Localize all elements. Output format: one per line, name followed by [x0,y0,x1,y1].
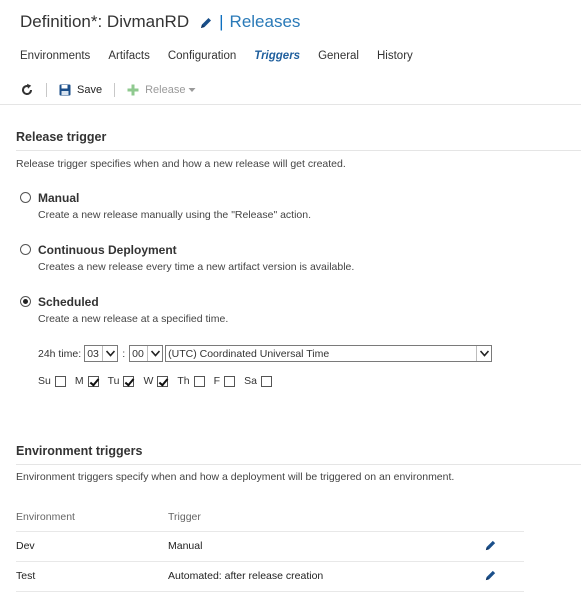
toolbar-divider [114,83,116,97]
continuous-deployment-label: Continuous Deployment [38,243,177,257]
day-label: W [143,375,154,387]
row-test-trigger: Automated: after release creation [168,570,324,582]
table-divider [16,531,524,532]
schedule-time-row: 24h time: 03 : 00 (UTC) Coordinated Univ… [38,345,493,362]
day-friday: F [213,375,236,387]
plus-icon [127,84,139,96]
wednesday-checkbox[interactable] [157,375,169,387]
release-trigger-heading: Release trigger [16,130,107,144]
save-button[interactable]: Save [59,84,102,96]
pencil-icon[interactable] [484,539,497,552]
day-thursday: Th [177,375,205,387]
pencil-icon[interactable] [484,569,497,582]
time-label: 24h time: [38,347,82,360]
monday-checkbox[interactable] [87,375,99,387]
manual-description: Create a new release manually using the … [38,209,312,221]
save-label: Save [77,84,103,96]
tab-triggers[interactable]: Triggers [254,50,300,62]
manual-label: Manual [38,191,80,205]
release-label: Release [145,84,186,96]
hour-select[interactable]: 03 [84,345,119,362]
release-button[interactable]: Release [127,84,196,96]
table-divider [16,591,524,592]
environment-triggers-description: Environment triggers specify when and ho… [16,471,455,483]
tab-general[interactable]: General [318,50,359,62]
day-tuesday: Tu [108,375,135,387]
day-label: M [74,375,84,387]
column-header-environment: Environment [16,511,75,523]
row-test-environment: Test [16,570,36,582]
day-label: Th [177,375,190,387]
toolbar-divider-line [0,104,581,105]
section-divider [16,150,581,151]
day-saturday: Sa [244,375,272,387]
day-label: Tu [107,375,120,387]
manual-radio[interactable] [20,192,31,203]
timezone-select[interactable]: (UTC) Coordinated Universal Time [165,345,493,362]
day-label: Sa [244,375,257,387]
minute-value: 00 [132,347,144,360]
row-dev-environment: Dev [16,540,35,552]
tab-history[interactable]: History [377,50,413,62]
tab-configuration[interactable]: Configuration [168,50,236,62]
continuous-deployment-description: Creates a new release every time a new a… [38,261,355,273]
column-header-trigger: Trigger [168,511,201,523]
day-label: F [213,375,221,387]
release-trigger-description: Release trigger specifies when and how a… [16,158,346,170]
time-colon: : [122,347,126,360]
page-title-bar: Definition*: DivmanRD | Releases [20,12,300,32]
day-wednesday: W [143,375,169,387]
tuesday-checkbox[interactable] [123,375,135,387]
schedule-days-row: Su M Tu W Th F Sa [38,375,281,387]
saturday-checkbox[interactable] [260,375,272,387]
toolbar: Save Release [0,78,581,102]
continuous-deployment-radio[interactable] [20,244,31,255]
pencil-icon[interactable] [199,15,213,29]
tab-environments[interactable]: Environments [20,50,90,62]
refresh-icon[interactable] [20,83,34,97]
section-divider [16,464,581,465]
table-divider [16,561,524,562]
tab-bar: Environments Artifacts Configuration Tri… [20,50,431,62]
breadcrumb-releases[interactable]: Releases [230,12,301,32]
sunday-checkbox[interactable] [54,375,66,387]
day-sunday: Su [38,375,66,387]
minute-select[interactable]: 00 [129,345,164,362]
definition-title: Definition*: DivmanRD [20,12,190,31]
tab-artifacts[interactable]: Artifacts [108,50,150,62]
thursday-checkbox[interactable] [193,375,205,387]
hour-value: 03 [87,347,99,360]
timezone-value: (UTC) Coordinated Universal Time [168,347,330,360]
environment-triggers-heading: Environment triggers [16,444,143,458]
scheduled-description: Create a new release at a specified time… [38,313,229,325]
title-separator: | [219,12,224,31]
day-monday: M [75,375,99,387]
scheduled-label: Scheduled [38,295,99,309]
chevron-down-icon [102,346,117,361]
toolbar-divider [46,83,47,97]
chevron-down-icon [476,346,491,361]
chevron-down-icon [188,88,196,92]
scheduled-radio[interactable] [20,296,31,307]
day-label: Su [38,375,51,387]
floppy-disk-icon [59,84,71,96]
row-dev-trigger: Manual [168,540,203,552]
friday-checkbox[interactable] [224,375,236,387]
chevron-down-icon [147,346,162,361]
